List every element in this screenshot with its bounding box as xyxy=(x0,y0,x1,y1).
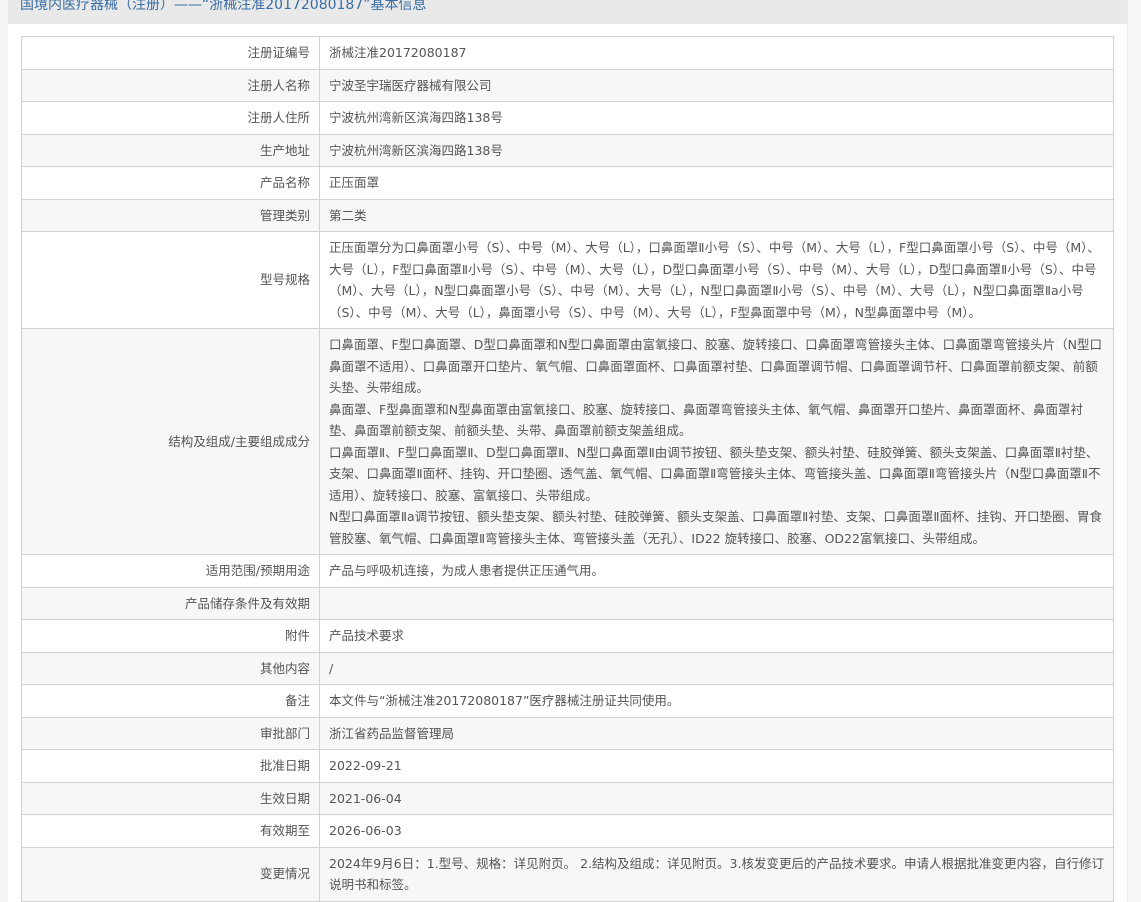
field-label: 有效期至 xyxy=(21,814,320,848)
field-value: 口鼻面罩、F型口鼻面罩、D型口鼻面罩和N型口鼻面罩由富氧接口、胶塞、旋转接口、口… xyxy=(319,328,1114,555)
table-row: 管理类别 第二类 xyxy=(21,198,1114,232)
table-row: 审批部门 浙江省药品监督管理局 xyxy=(21,716,1114,750)
field-label: 生产地址 xyxy=(21,133,320,167)
field-value: 正压面罩分为口鼻面罩小号（S）、中号（M）、大号（L），口鼻面罩Ⅱ小号（S）、中… xyxy=(319,231,1114,329)
table-row: 批准日期 2022-09-21 xyxy=(21,749,1114,783)
page-title: 国境内医疗器械（注册）——“浙械注准20172080187”基本信息 xyxy=(20,0,427,13)
table-row: 产品名称 正压面罩 xyxy=(21,166,1114,200)
field-label: 生效日期 xyxy=(21,781,320,815)
field-value: 宁波杭州湾新区滨海四路138号 xyxy=(319,101,1114,135)
field-label: 注册人住所 xyxy=(21,101,320,135)
table-row: 结构及组成/主要组成成分 口鼻面罩、F型口鼻面罩、D型口鼻面罩和N型口鼻面罩由富氧… xyxy=(21,328,1114,555)
field-value: 产品技术要求 xyxy=(319,619,1114,653)
field-label: 审批部门 xyxy=(21,716,320,750)
field-value: 第二类 xyxy=(319,198,1114,232)
table-row: 注册人名称 宁波圣宇瑞医疗器械有限公司 xyxy=(21,68,1114,102)
table-row: 产品储存条件及有效期 xyxy=(21,586,1114,620)
field-value: 2026-06-03 xyxy=(319,814,1114,848)
table-row: 型号规格 正压面罩分为口鼻面罩小号（S）、中号（M）、大号（L），口鼻面罩Ⅱ小号（… xyxy=(21,231,1114,329)
field-label: 结构及组成/主要组成成分 xyxy=(21,328,320,555)
field-label: 备注 xyxy=(21,684,320,718)
field-label: 注册人名称 xyxy=(21,68,320,102)
panel-header: 国境内医疗器械（注册）——“浙械注准20172080187”基本信息 xyxy=(8,0,1128,24)
table-row: 备注 本文件与“浙械注准20172080187”医疗器械注册证共同使用。 xyxy=(21,684,1114,718)
field-label: 批准日期 xyxy=(21,749,320,783)
table-row: 附件 产品技术要求 xyxy=(21,619,1114,653)
table-row: 变更情况 2024年9月6日：1.型号、规格：详见附页。 2.结构及组成：详见附页… xyxy=(21,846,1114,902)
field-label: 产品储存条件及有效期 xyxy=(21,586,320,620)
field-value: / xyxy=(319,651,1114,685)
field-label: 其他内容 xyxy=(21,651,320,685)
info-table: 注册证编号 浙械注准20172080187 注册人名称 宁波圣宇瑞医疗器械有限公司 注册… xyxy=(21,36,1114,902)
field-value: 2021-06-04 xyxy=(319,781,1114,815)
detail-panel: 国境内医疗器械（注册）——“浙械注准20172080187”基本信息 注册证编号… xyxy=(8,0,1128,902)
field-value: 正压面罩 xyxy=(319,166,1114,200)
table-row: 注册人住所 宁波杭州湾新区滨海四路138号 xyxy=(21,101,1114,135)
table-row: 注册证编号 浙械注准20172080187 xyxy=(21,36,1114,70)
field-value: 浙江省药品监督管理局 xyxy=(319,716,1114,750)
field-label: 变更情况 xyxy=(21,846,320,902)
table-row: 有效期至 2026-06-03 xyxy=(21,814,1114,848)
field-label: 附件 xyxy=(21,619,320,653)
field-label: 注册证编号 xyxy=(21,36,320,70)
field-value: 宁波杭州湾新区滨海四路138号 xyxy=(319,133,1114,167)
field-value: 2022-09-21 xyxy=(319,749,1114,783)
field-label: 适用范围/预期用途 xyxy=(21,554,320,588)
field-label: 型号规格 xyxy=(21,231,320,329)
field-value: 2024年9月6日：1.型号、规格：详见附页。 2.结构及组成：详见附页。3.核… xyxy=(319,846,1114,902)
table-row: 其他内容 / xyxy=(21,651,1114,685)
table-row: 生效日期 2021-06-04 xyxy=(21,781,1114,815)
field-label: 产品名称 xyxy=(21,166,320,200)
field-value: 宁波圣宇瑞医疗器械有限公司 xyxy=(319,68,1114,102)
field-label: 管理类别 xyxy=(21,198,320,232)
table-row: 适用范围/预期用途 产品与呼吸机连接，为成人患者提供正压通气用。 xyxy=(21,554,1114,588)
scrollbar[interactable] xyxy=(1127,0,1141,902)
table-row: 生产地址 宁波杭州湾新区滨海四路138号 xyxy=(21,133,1114,167)
field-value xyxy=(319,586,1114,620)
field-value: 浙械注准20172080187 xyxy=(319,36,1114,70)
field-value: 产品与呼吸机连接，为成人患者提供正压通气用。 xyxy=(319,554,1114,588)
field-value: 本文件与“浙械注准20172080187”医疗器械注册证共同使用。 xyxy=(319,684,1114,718)
